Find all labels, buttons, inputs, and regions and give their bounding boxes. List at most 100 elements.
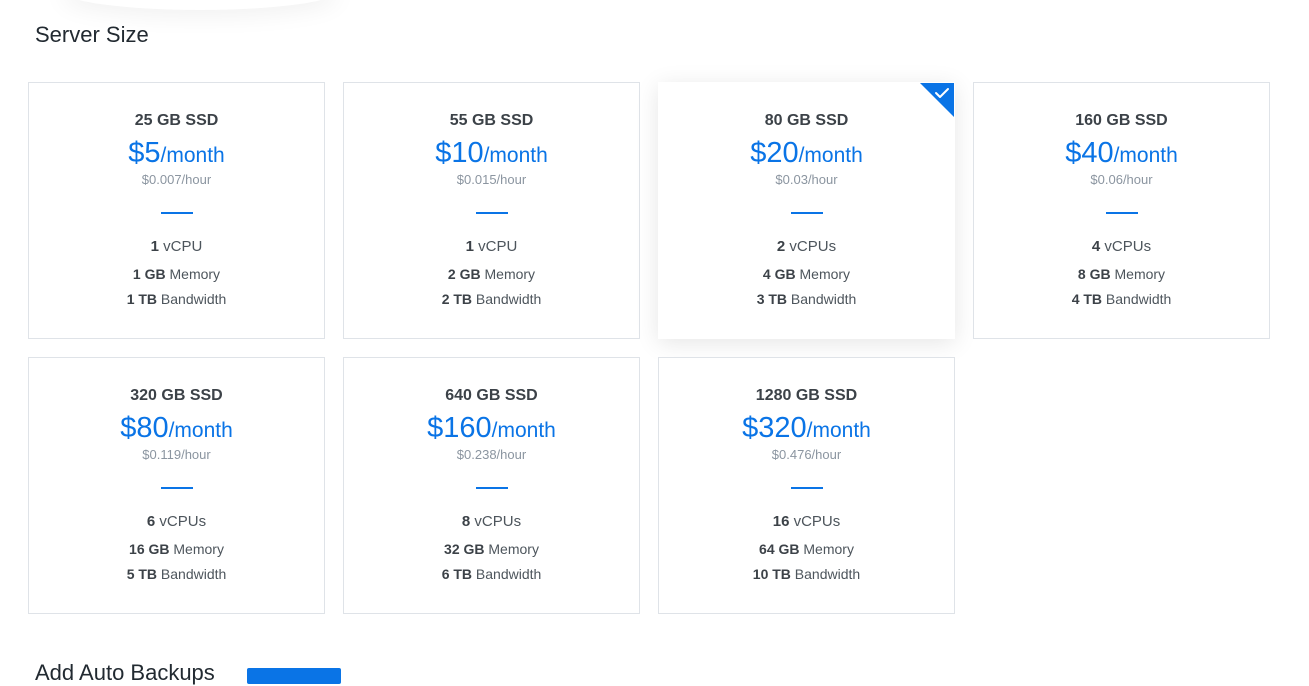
plan-card-320gb[interactable]: 320 GB SSD $80/month $0.119/hour 6 vCPUs…	[28, 357, 325, 614]
section-title: Server Size	[35, 22, 149, 47]
plan-price: $10/month	[344, 136, 639, 170]
memory-unit: Memory	[484, 541, 539, 557]
plan-disk: 640 GB SSD	[445, 387, 538, 404]
cpu-unit: vCPUs	[789, 513, 841, 530]
plan-bandwidth: 6 TB Bandwidth	[344, 565, 639, 583]
plan-bandwidth: 1 TB Bandwidth	[29, 290, 324, 308]
price-period: /month	[1113, 144, 1178, 167]
price-amount: $320	[742, 412, 807, 444]
plan-bandwidth: 4 TB Bandwidth	[974, 290, 1269, 308]
cpu-unit: vCPUs	[155, 513, 207, 530]
price-period: /month	[483, 144, 548, 167]
plan-hourly-price: $0.015/hour	[456, 172, 527, 187]
backups-badge	[247, 668, 341, 684]
bandwidth-amount: 4 TB	[1071, 291, 1103, 307]
memory-unit: Memory	[480, 266, 536, 282]
cpu-count: 16	[772, 513, 790, 530]
plan-hourly-price: $0.476/hour	[771, 447, 842, 462]
plan-bandwidth: 10 TB Bandwidth	[659, 565, 954, 583]
divider	[160, 487, 193, 489]
plan-price: $320/month	[659, 411, 954, 445]
plan-disk: 160 GB SSD	[1075, 112, 1168, 129]
plan-card-1280gb[interactable]: 1280 GB SSD $320/month $0.476/hour 16 vC…	[658, 357, 955, 614]
divider	[790, 487, 823, 489]
bandwidth-unit: Bandwidth	[472, 566, 542, 582]
memory-amount: 8 GB	[1077, 266, 1111, 282]
cpu-count: 2	[776, 238, 786, 255]
bandwidth-unit: Bandwidth	[787, 291, 857, 307]
plan-memory: 16 GB Memory	[29, 540, 324, 558]
price-period: /month	[168, 419, 233, 442]
plan-cpu: 1 vCPU	[29, 238, 324, 256]
selected-checkmark-icon	[920, 83, 954, 117]
plan-card-160gb[interactable]: 160 GB SSD $40/month $0.06/hour 4 vCPUs …	[973, 82, 1270, 339]
memory-amount: 2 GB	[447, 266, 481, 282]
plan-cpu: 8 vCPUs	[344, 513, 639, 531]
plan-card-25gb[interactable]: 25 GB SSD $5/month $0.007/hour 1 vCPU 1 …	[28, 82, 325, 339]
plan-hourly-price: $0.03/hour	[775, 172, 838, 187]
memory-amount: 64 GB	[759, 541, 800, 557]
plan-memory: 2 GB Memory	[344, 265, 639, 283]
price-amount: $10	[435, 137, 484, 169]
price-amount: $160	[427, 412, 492, 444]
plan-hourly-price: $0.119/hour	[142, 447, 211, 462]
plan-cpu: 4 vCPUs	[974, 238, 1269, 256]
memory-unit: Memory	[795, 266, 851, 282]
plan-disk: 55 GB SSD	[449, 112, 534, 129]
divider	[475, 212, 508, 214]
memory-unit: Memory	[799, 541, 854, 557]
memory-amount: 4 GB	[762, 266, 796, 282]
price-period: /month	[160, 144, 225, 167]
plan-cpu: 16 vCPUs	[659, 513, 954, 531]
backups-section-title: Add Auto Backups	[35, 660, 215, 685]
plan-price: $40/month	[974, 136, 1269, 170]
plan-hourly-price: $0.007/hour	[141, 172, 212, 187]
plan-disk: 80 GB SSD	[764, 112, 849, 129]
divider	[160, 212, 193, 214]
price-amount: $40	[1065, 137, 1114, 169]
cpu-unit: vCPU	[474, 238, 518, 255]
plan-memory: 4 GB Memory	[659, 265, 954, 283]
bandwidth-unit: Bandwidth	[790, 566, 861, 582]
cpu-count: 8	[461, 513, 471, 530]
bandwidth-amount: 5 TB	[126, 566, 158, 582]
cpu-count: 4	[1091, 238, 1101, 255]
memory-amount: 16 GB	[129, 541, 170, 557]
price-amount: $80	[120, 412, 169, 444]
bandwidth-amount: 10 TB	[752, 566, 791, 582]
plan-hourly-price: $0.06/hour	[1090, 172, 1153, 187]
plan-price: $5/month	[29, 136, 324, 170]
price-period: /month	[798, 144, 863, 167]
plan-cpu: 1 vCPU	[344, 238, 639, 256]
memory-unit: Memory	[169, 541, 224, 557]
bandwidth-unit: Bandwidth	[157, 291, 227, 307]
cpu-unit: vCPUs	[470, 513, 522, 530]
plan-disk: 1280 GB SSD	[755, 387, 858, 404]
plan-memory: 32 GB Memory	[344, 540, 639, 558]
plan-bandwidth: 5 TB Bandwidth	[29, 565, 324, 583]
cpu-count: 1	[465, 238, 474, 255]
plan-memory: 8 GB Memory	[974, 265, 1269, 283]
plan-cpu: 6 vCPUs	[29, 513, 324, 531]
plan-memory: 64 GB Memory	[659, 540, 954, 558]
plan-bandwidth: 3 TB Bandwidth	[659, 290, 954, 308]
plan-card-55gb[interactable]: 55 GB SSD $10/month $0.015/hour 1 vCPU 2…	[343, 82, 640, 339]
plan-card-80gb-selected[interactable]: 80 GB SSD $20/month $0.03/hour 2 vCPUs 4…	[658, 82, 955, 339]
bandwidth-amount: 1 TB	[126, 291, 158, 307]
bandwidth-unit: Bandwidth	[472, 291, 542, 307]
bandwidth-amount: 2 TB	[441, 291, 473, 307]
bandwidth-amount: 6 TB	[441, 566, 473, 582]
cpu-unit: vCPUs	[785, 238, 837, 255]
plan-price: $80/month	[29, 411, 324, 445]
bandwidth-unit: Bandwidth	[1102, 291, 1172, 307]
memory-amount: 1 GB	[132, 266, 166, 282]
plan-card-640gb[interactable]: 640 GB SSD $160/month $0.238/hour 8 vCPU…	[343, 357, 640, 614]
plan-disk: 25 GB SSD	[134, 112, 219, 129]
cpu-count: 1	[150, 238, 159, 255]
divider	[475, 487, 508, 489]
plan-hourly-price: $0.238/hour	[456, 447, 527, 462]
bandwidth-amount: 3 TB	[756, 291, 788, 307]
bandwidth-unit: Bandwidth	[157, 566, 227, 582]
header-shadow	[60, 0, 340, 10]
cpu-unit: vCPUs	[1100, 238, 1152, 255]
